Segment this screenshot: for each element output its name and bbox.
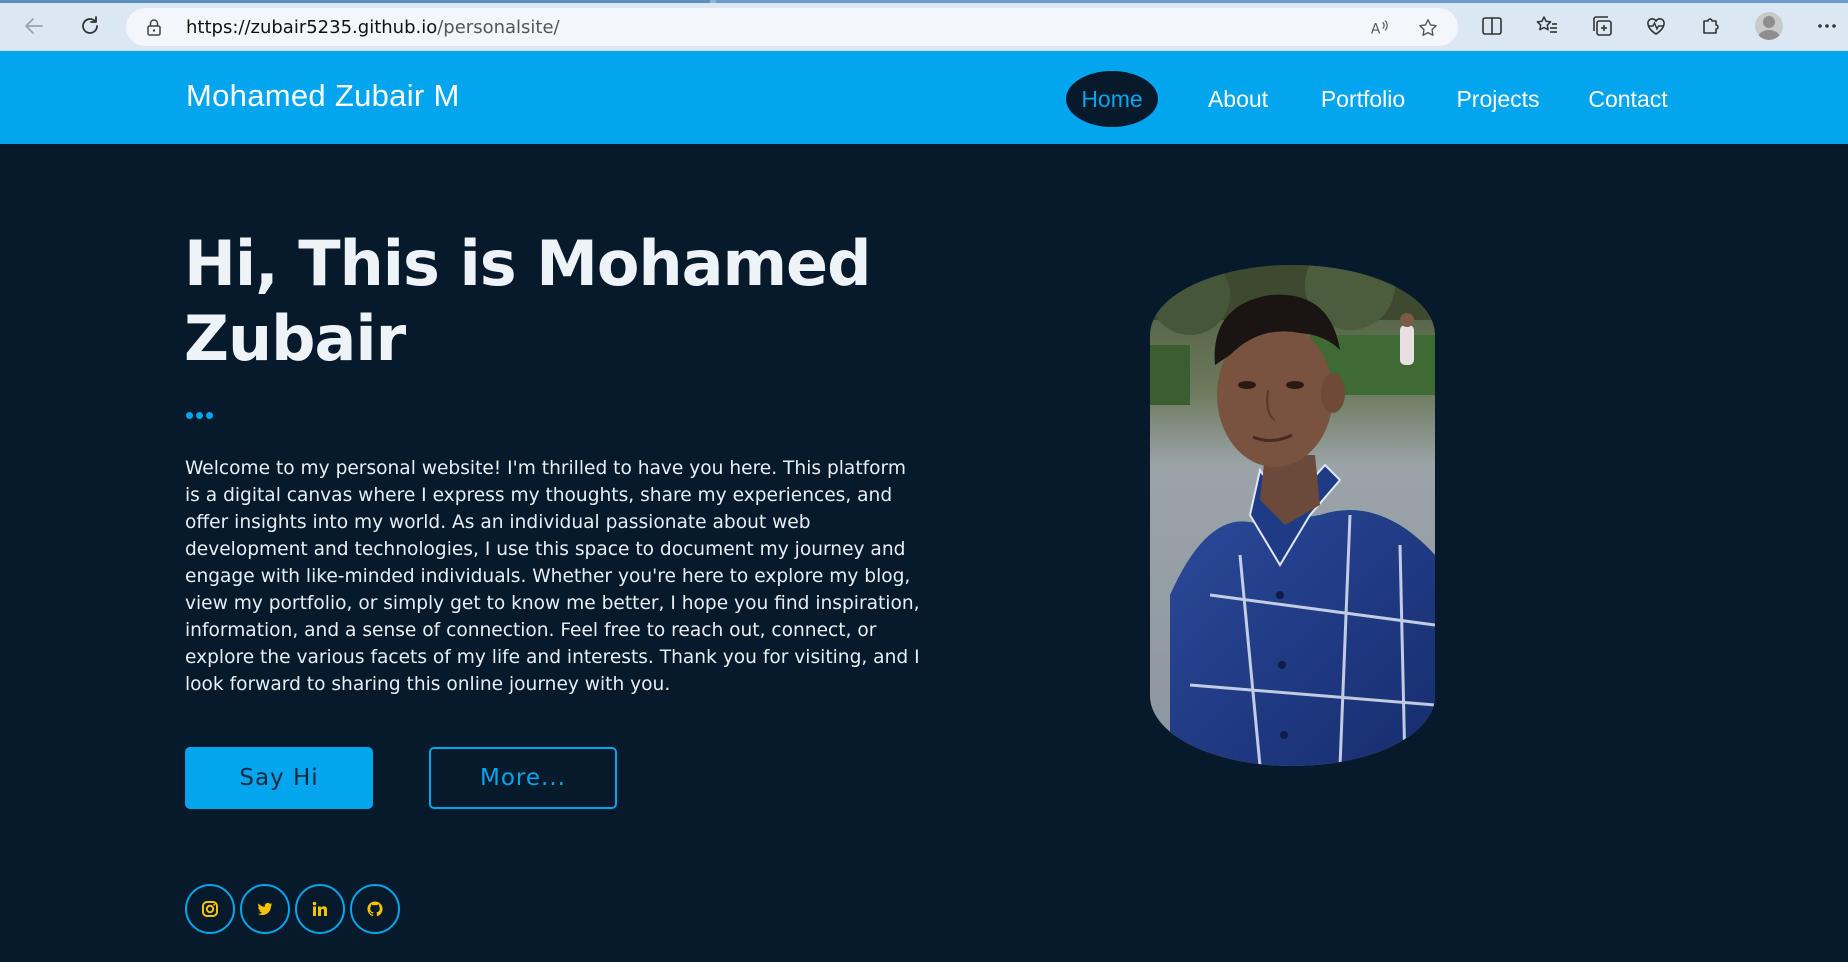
favorites-button[interactable] [1532, 11, 1562, 41]
social-links [185, 884, 400, 934]
collections-button[interactable] [1587, 11, 1617, 41]
title-underline-dots [186, 412, 213, 419]
more-button[interactable]: More... [429, 747, 617, 809]
nav-projects[interactable]: Projects [1448, 71, 1548, 127]
twitter-icon [257, 902, 273, 916]
tab-strip [0, 0, 1848, 3]
url-text[interactable]: https://zubair5235.github.io/personalsit… [186, 17, 560, 38]
tab-indicator-left [0, 0, 710, 3]
address-bar[interactable]: https://zubair5235.github.io/personalsit… [126, 8, 1458, 46]
linkedin-link[interactable] [295, 884, 345, 934]
split-screen-button[interactable] [1477, 11, 1507, 41]
nav-home[interactable]: Home [1066, 71, 1158, 127]
url-host: https://zubair5235.github.io [186, 17, 438, 38]
add-favorite-button[interactable] [1416, 16, 1440, 40]
hero-title-line-2: Zubair [184, 302, 406, 375]
refresh-button[interactable] [74, 10, 106, 42]
lock-icon[interactable] [144, 17, 164, 37]
back-button[interactable] [18, 10, 50, 42]
instagram-icon [202, 901, 218, 917]
nav-contact[interactable]: Contact [1580, 71, 1676, 127]
site-brand[interactable]: Mohamed Zubair M [186, 78, 460, 114]
collections-icon [1593, 16, 1612, 36]
tab-indicator-right [716, 0, 1848, 3]
browser-essentials-button[interactable] [1641, 11, 1671, 41]
more-button[interactable] [1812, 11, 1842, 41]
nav-portfolio[interactable]: Portfolio [1313, 71, 1413, 127]
extensions-icon [1703, 18, 1719, 34]
favorites-icon [1536, 16, 1557, 33]
read-aloud-button[interactable]: A [1368, 16, 1392, 40]
say-hi-button[interactable]: Say Hi [185, 747, 373, 809]
refresh-icon [82, 16, 98, 34]
site-header: Mohamed Zubair M Home About Portfolio Pr… [0, 51, 1848, 144]
nav-about[interactable]: About [1195, 71, 1281, 127]
linkedin-icon [312, 901, 327, 916]
profile-photo-illustration [1150, 265, 1435, 766]
profile-icon[interactable] [1755, 12, 1783, 40]
more-icon [1818, 24, 1836, 28]
github-link[interactable] [350, 884, 400, 934]
favorite-star-icon [1419, 19, 1437, 36]
profile-photo [1150, 265, 1435, 766]
hero-title: Hi, This is Mohamed Zubair [184, 226, 884, 376]
github-icon [367, 901, 383, 917]
read-aloud-icon: A [1371, 20, 1388, 38]
twitter-link[interactable] [240, 884, 290, 934]
hero-title-line-1: Hi, This is Mohamed [184, 227, 871, 300]
svg-text:A: A [1371, 22, 1381, 38]
browser-toolbar: https://zubair5235.github.io/personalsit… [0, 0, 1848, 51]
extensions-button[interactable] [1696, 11, 1726, 41]
url-path: /personalsite/ [437, 17, 560, 38]
intro-paragraph: Welcome to my personal website! I'm thri… [185, 458, 920, 695]
health-icon [1647, 18, 1665, 35]
split-screen-icon [1482, 17, 1502, 35]
back-icon [25, 18, 43, 34]
instagram-link[interactable] [185, 884, 235, 934]
